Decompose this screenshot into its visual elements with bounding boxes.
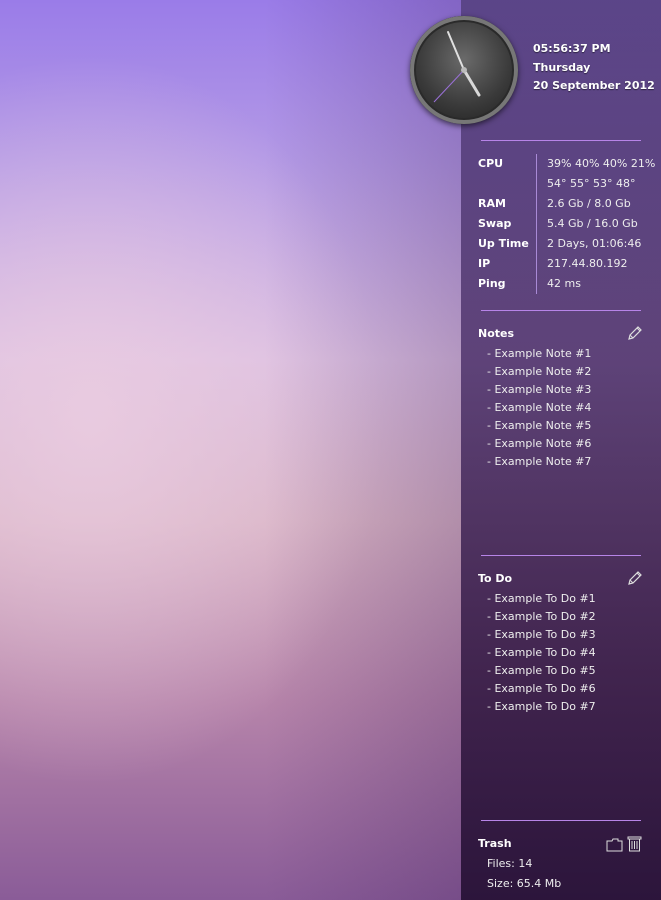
note-item[interactable]: - Example Note #1 bbox=[487, 347, 591, 360]
note-item[interactable]: - Example Note #7 bbox=[487, 455, 591, 468]
hour-hand bbox=[462, 68, 481, 97]
trash-icon[interactable] bbox=[627, 835, 643, 856]
note-item[interactable]: - Example Note #4 bbox=[487, 401, 591, 414]
uptime-value: 2 Days, 01:06:46 bbox=[547, 237, 642, 250]
sidebar-widget-panel bbox=[461, 0, 661, 900]
notes-title: Notes bbox=[478, 327, 515, 340]
ram-value: 2.6 Gb / 8.0 Gb bbox=[547, 197, 631, 210]
divider-clock bbox=[481, 140, 641, 141]
cpu-temp-value: 54° 55° 53° 48° bbox=[547, 177, 636, 190]
minute-hand bbox=[447, 31, 465, 71]
todo-title: To Do bbox=[478, 572, 513, 585]
folder-icon[interactable] bbox=[606, 837, 624, 856]
ping-value: 42 ms bbox=[547, 277, 581, 290]
todo-item[interactable]: - Example To Do #6 bbox=[487, 682, 596, 695]
ip-label: IP bbox=[478, 257, 491, 270]
trash-title: Trash bbox=[478, 837, 512, 850]
note-item[interactable]: - Example Note #6 bbox=[487, 437, 591, 450]
note-item[interactable]: - Example Note #2 bbox=[487, 365, 591, 378]
clock-weekday: Thursday bbox=[533, 61, 591, 74]
todo-item[interactable]: - Example To Do #5 bbox=[487, 664, 596, 677]
swap-label: Swap bbox=[478, 217, 512, 230]
cpu-usage-value: 39% 40% 40% 21% bbox=[547, 157, 656, 170]
todo-item[interactable]: - Example To Do #4 bbox=[487, 646, 596, 659]
todo-item[interactable]: - Example To Do #1 bbox=[487, 592, 596, 605]
pencil-icon[interactable] bbox=[626, 569, 644, 591]
swap-value: 5.4 Gb / 16.0 Gb bbox=[547, 217, 638, 230]
todo-item[interactable]: - Example To Do #2 bbox=[487, 610, 596, 623]
divider-todo bbox=[481, 820, 641, 821]
ping-label: Ping bbox=[478, 277, 506, 290]
clock-time: 05:56:37 PM bbox=[533, 42, 611, 55]
pencil-icon[interactable] bbox=[626, 324, 644, 346]
todo-item[interactable]: - Example To Do #3 bbox=[487, 628, 596, 641]
uptime-label: Up Time bbox=[478, 237, 529, 250]
analog-clock bbox=[410, 16, 518, 124]
trash-size: Size: 65.4 Mb bbox=[487, 877, 562, 890]
note-item[interactable]: - Example Note #5 bbox=[487, 419, 591, 432]
clock-date: 20 September 2012 bbox=[533, 79, 655, 92]
ip-value: 217.44.80.192 bbox=[547, 257, 628, 270]
ram-label: RAM bbox=[478, 197, 506, 210]
divider-notes bbox=[481, 555, 641, 556]
divider-stats bbox=[481, 310, 641, 311]
note-item[interactable]: - Example Note #3 bbox=[487, 383, 591, 396]
todo-item[interactable]: - Example To Do #7 bbox=[487, 700, 596, 713]
second-hand bbox=[433, 69, 465, 103]
stats-divider-line bbox=[536, 154, 537, 294]
cpu-label: CPU bbox=[478, 157, 504, 170]
trash-files-count: Files: 14 bbox=[487, 857, 533, 870]
